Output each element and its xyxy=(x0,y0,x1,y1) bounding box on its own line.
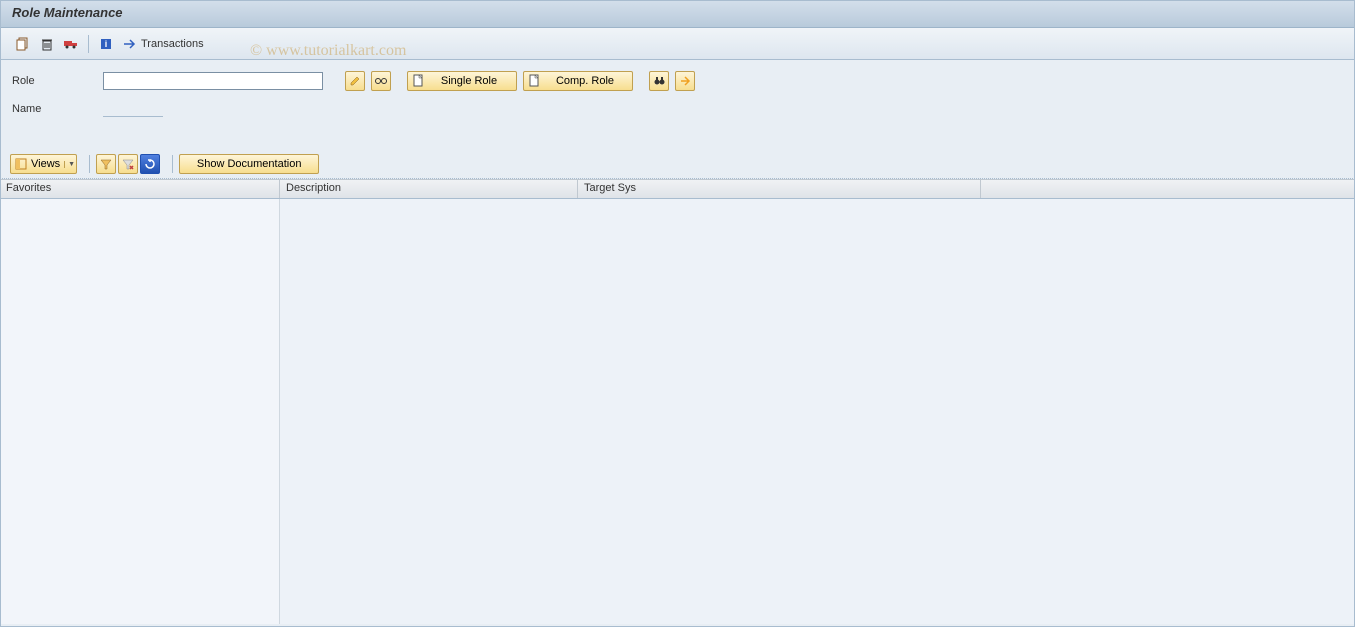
name-label: Name xyxy=(12,103,97,115)
toolbar-separator xyxy=(89,155,90,173)
views-label: Views xyxy=(31,158,60,170)
filter-delete-icon xyxy=(122,158,134,170)
transport-button[interactable] xyxy=(60,33,82,55)
pencil-icon xyxy=(349,75,361,87)
column-target-sys[interactable]: Target Sys xyxy=(578,180,981,198)
filter-icon xyxy=(100,158,112,170)
glasses-icon xyxy=(374,76,388,86)
transactions-label: Transactions xyxy=(141,38,204,50)
comp-role-label: Comp. Role xyxy=(548,75,622,87)
binoculars-icon xyxy=(653,75,666,87)
truck-icon xyxy=(63,37,79,51)
info-button[interactable]: i xyxy=(95,33,117,55)
layout-icon xyxy=(15,158,27,170)
arrow-right-icon xyxy=(123,38,137,50)
refresh-icon xyxy=(144,158,156,170)
toolbar-separator xyxy=(88,35,89,53)
chevron-down-icon: ▼ xyxy=(64,161,72,168)
grid-body xyxy=(0,199,1355,624)
role-label: Role xyxy=(12,75,97,87)
grid-col-favorites xyxy=(0,199,280,624)
edit-button[interactable] xyxy=(345,71,365,91)
page-title: Role Maintenance xyxy=(12,5,1343,20)
trash-icon xyxy=(40,37,54,51)
transactions-button[interactable]: Transactions xyxy=(119,36,208,52)
svg-text:i: i xyxy=(105,39,108,49)
show-doc-label: Show Documentation xyxy=(197,158,302,170)
grid-col-rest xyxy=(280,199,1355,624)
copy-icon xyxy=(16,37,30,51)
column-favorites[interactable]: Favorites xyxy=(0,180,280,198)
page-icon xyxy=(528,74,540,88)
lower-toolbar: Views ▼ Show Documentation xyxy=(0,150,1355,179)
grid-header: Favorites Description Target Sys xyxy=(0,179,1355,199)
expand-icon xyxy=(679,75,691,87)
search-button[interactable] xyxy=(649,71,669,91)
toolbar-separator xyxy=(172,155,173,173)
filter-button[interactable] xyxy=(96,154,116,174)
views-button[interactable]: Views ▼ xyxy=(10,154,77,174)
role-input[interactable] xyxy=(103,72,323,90)
delete-button[interactable] xyxy=(36,33,58,55)
copy-button[interactable] xyxy=(12,33,34,55)
column-description[interactable]: Description xyxy=(280,180,578,198)
title-bar: Role Maintenance xyxy=(0,0,1355,28)
filter-delete-button[interactable] xyxy=(118,154,138,174)
page-icon xyxy=(412,74,424,88)
main-toolbar: i Transactions xyxy=(0,28,1355,60)
form-area: Role Single Role xyxy=(0,60,1355,130)
single-role-label: Single Role xyxy=(432,75,506,87)
name-value xyxy=(103,101,163,117)
info-icon: i xyxy=(99,37,113,51)
refresh-button[interactable] xyxy=(140,154,160,174)
single-role-button[interactable]: Single Role xyxy=(407,71,517,91)
comp-role-button[interactable]: Comp. Role xyxy=(523,71,633,91)
display-button[interactable] xyxy=(371,71,391,91)
column-empty xyxy=(981,180,1355,198)
show-documentation-button[interactable]: Show Documentation xyxy=(179,154,319,174)
expand-button[interactable] xyxy=(675,71,695,91)
